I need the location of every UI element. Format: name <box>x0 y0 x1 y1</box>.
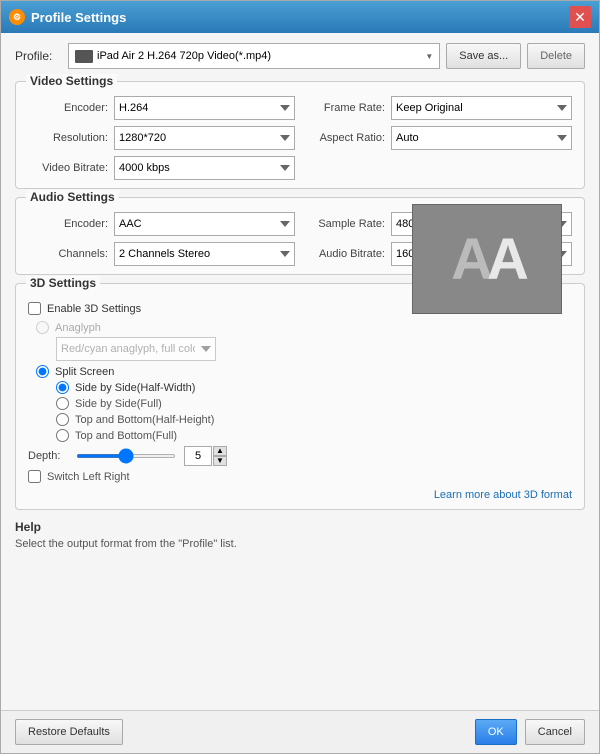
3d-settings-title: 3D Settings <box>26 276 100 290</box>
audio-settings-title: Audio Settings <box>26 190 119 204</box>
switch-lr-label[interactable]: Switch Left Right <box>47 471 130 483</box>
restore-defaults-button[interactable]: Restore Defaults <box>15 719 123 745</box>
audio-encoder-select[interactable]: AAC <box>114 212 295 236</box>
frame-rate-label: Frame Rate: <box>305 102 385 114</box>
profile-dropdown-arrow: ▼ <box>425 52 433 61</box>
delete-button[interactable]: Delete <box>527 43 585 69</box>
depth-value-wrapper: ▲ ▼ <box>184 446 227 466</box>
audio-encoder-label: Encoder: <box>28 218 108 230</box>
profile-select-wrapper: iPad Air 2 H.264 720p Video(*.mp4) ▼ Sav… <box>68 43 585 69</box>
split-screen-options: Side by Side(Half-Width) Side by Side(Fu… <box>56 381 572 442</box>
help-title: Help <box>15 520 585 534</box>
split-screen-radio[interactable] <box>36 365 49 378</box>
encoder-row: Encoder: H.264 <box>28 96 295 120</box>
learn-more-link[interactable]: Learn more about 3D format <box>434 489 572 501</box>
side-by-side-full-radio[interactable] <box>56 397 69 410</box>
footer-right: OK Cancel <box>475 719 585 745</box>
help-section: Help Select the output format from the "… <box>15 520 585 550</box>
channels-select[interactable]: 2 Channels Stereo <box>114 242 295 266</box>
3d-preview-box: AA <box>412 204 562 314</box>
depth-input[interactable] <box>184 446 212 466</box>
encoder-label: Encoder: <box>28 102 108 114</box>
top-bottom-full-row: Top and Bottom(Full) <box>56 429 572 442</box>
anaglyph-type-select[interactable]: Red/cyan anaglyph, full color <box>56 337 216 361</box>
close-button[interactable]: ✕ <box>569 6 591 28</box>
3d-radio-section: Anaglyph Red/cyan anaglyph, full color S… <box>36 321 572 442</box>
depth-up-button[interactable]: ▲ <box>213 446 227 456</box>
resolution-select[interactable]: 1280*720 <box>114 126 295 150</box>
video-bitrate-select[interactable]: 4000 kbps <box>114 156 295 180</box>
depth-spinner: ▲ ▼ <box>213 446 227 466</box>
split-screen-label[interactable]: Split Screen <box>55 366 114 378</box>
sample-rate-label: Sample Rate: <box>305 218 385 230</box>
video-bitrate-label: Video Bitrate: <box>28 162 108 174</box>
aspect-ratio-row: Aspect Ratio: Auto <box>305 126 572 150</box>
profile-value: iPad Air 2 H.264 720p Video(*.mp4) <box>97 50 421 62</box>
audio-bitrate-label: Audio Bitrate: <box>305 248 385 260</box>
split-screen-radio-row: Split Screen <box>36 365 572 378</box>
save-as-button[interactable]: Save as... <box>446 43 521 69</box>
anaglyph-radio[interactable] <box>36 321 49 334</box>
profile-icon <box>75 50 93 63</box>
switch-lr-checkbox[interactable] <box>28 470 41 483</box>
ok-button[interactable]: OK <box>475 719 517 745</box>
side-by-side-half-row: Side by Side(Half-Width) <box>56 381 572 394</box>
side-by-side-half-radio[interactable] <box>56 381 69 394</box>
channels-label: Channels: <box>28 248 108 260</box>
aspect-ratio-select[interactable]: Auto <box>391 126 572 150</box>
frame-rate-select[interactable]: Keep Original <box>391 96 572 120</box>
top-bottom-full-label[interactable]: Top and Bottom(Full) <box>75 430 177 442</box>
audio-encoder-row: Encoder: AAC <box>28 212 295 236</box>
3d-settings-body: Enable 3D Settings Anaglyph Red/cyan ana… <box>28 302 572 501</box>
preview-aa-text: AA <box>451 226 523 293</box>
3d-settings-section: 3D Settings AA Enable 3D Settings Anagl <box>15 283 585 510</box>
channels-row: Channels: 2 Channels Stereo <box>28 242 295 266</box>
video-settings-title: Video Settings <box>26 74 117 88</box>
preview-a-left: A <box>451 227 487 292</box>
depth-slider[interactable] <box>76 454 176 458</box>
main-window: ⚙ Profile Settings ✕ Profile: iPad Air 2… <box>0 0 600 754</box>
main-content: Profile: iPad Air 2 H.264 720p Video(*.m… <box>1 33 599 710</box>
frame-rate-row: Frame Rate: Keep Original <box>305 96 572 120</box>
anaglyph-label[interactable]: Anaglyph <box>55 322 101 334</box>
app-icon: ⚙ <box>9 9 25 25</box>
title-bar-left: ⚙ Profile Settings <box>9 9 126 25</box>
switch-lr-row: Switch Left Right <box>28 470 572 483</box>
video-settings-section: Video Settings Encoder: H.264 Frame Rate… <box>15 81 585 189</box>
side-by-side-full-label[interactable]: Side by Side(Full) <box>75 398 162 410</box>
enable-3d-row: Enable 3D Settings <box>28 302 412 315</box>
video-bitrate-row: Video Bitrate: 4000 kbps <box>28 156 295 180</box>
video-bitrate-spacer <box>305 156 572 180</box>
top-bottom-half-row: Top and Bottom(Half-Height) <box>56 413 572 426</box>
enable-3d-label[interactable]: Enable 3D Settings <box>47 303 141 315</box>
window-title: Profile Settings <box>31 10 126 25</box>
cancel-button[interactable]: Cancel <box>525 719 585 745</box>
resolution-row: Resolution: 1280*720 <box>28 126 295 150</box>
anaglyph-radio-row: Anaglyph <box>36 321 572 334</box>
depth-label: Depth: <box>28 450 68 462</box>
top-bottom-full-radio[interactable] <box>56 429 69 442</box>
help-text: Select the output format from the "Profi… <box>15 538 585 550</box>
footer: Restore Defaults OK Cancel <box>1 710 599 753</box>
side-by-side-half-label[interactable]: Side by Side(Half-Width) <box>75 382 195 394</box>
aspect-ratio-label: Aspect Ratio: <box>305 132 385 144</box>
video-settings-grid: Encoder: H.264 Frame Rate: Keep Original… <box>28 96 572 180</box>
title-bar: ⚙ Profile Settings ✕ <box>1 1 599 33</box>
learn-more-row: Learn more about 3D format <box>28 487 572 501</box>
encoder-select[interactable]: H.264 <box>114 96 295 120</box>
profile-row: Profile: iPad Air 2 H.264 720p Video(*.m… <box>15 43 585 69</box>
side-by-side-full-row: Side by Side(Full) <box>56 397 572 410</box>
depth-down-button[interactable]: ▼ <box>213 456 227 466</box>
preview-a-right: A <box>487 227 523 292</box>
enable-3d-checkbox[interactable] <box>28 302 41 315</box>
resolution-label: Resolution: <box>28 132 108 144</box>
top-bottom-half-label[interactable]: Top and Bottom(Half-Height) <box>75 414 214 426</box>
profile-label: Profile: <box>15 49 60 63</box>
depth-row: Depth: ▲ ▼ <box>28 446 572 466</box>
top-bottom-half-radio[interactable] <box>56 413 69 426</box>
